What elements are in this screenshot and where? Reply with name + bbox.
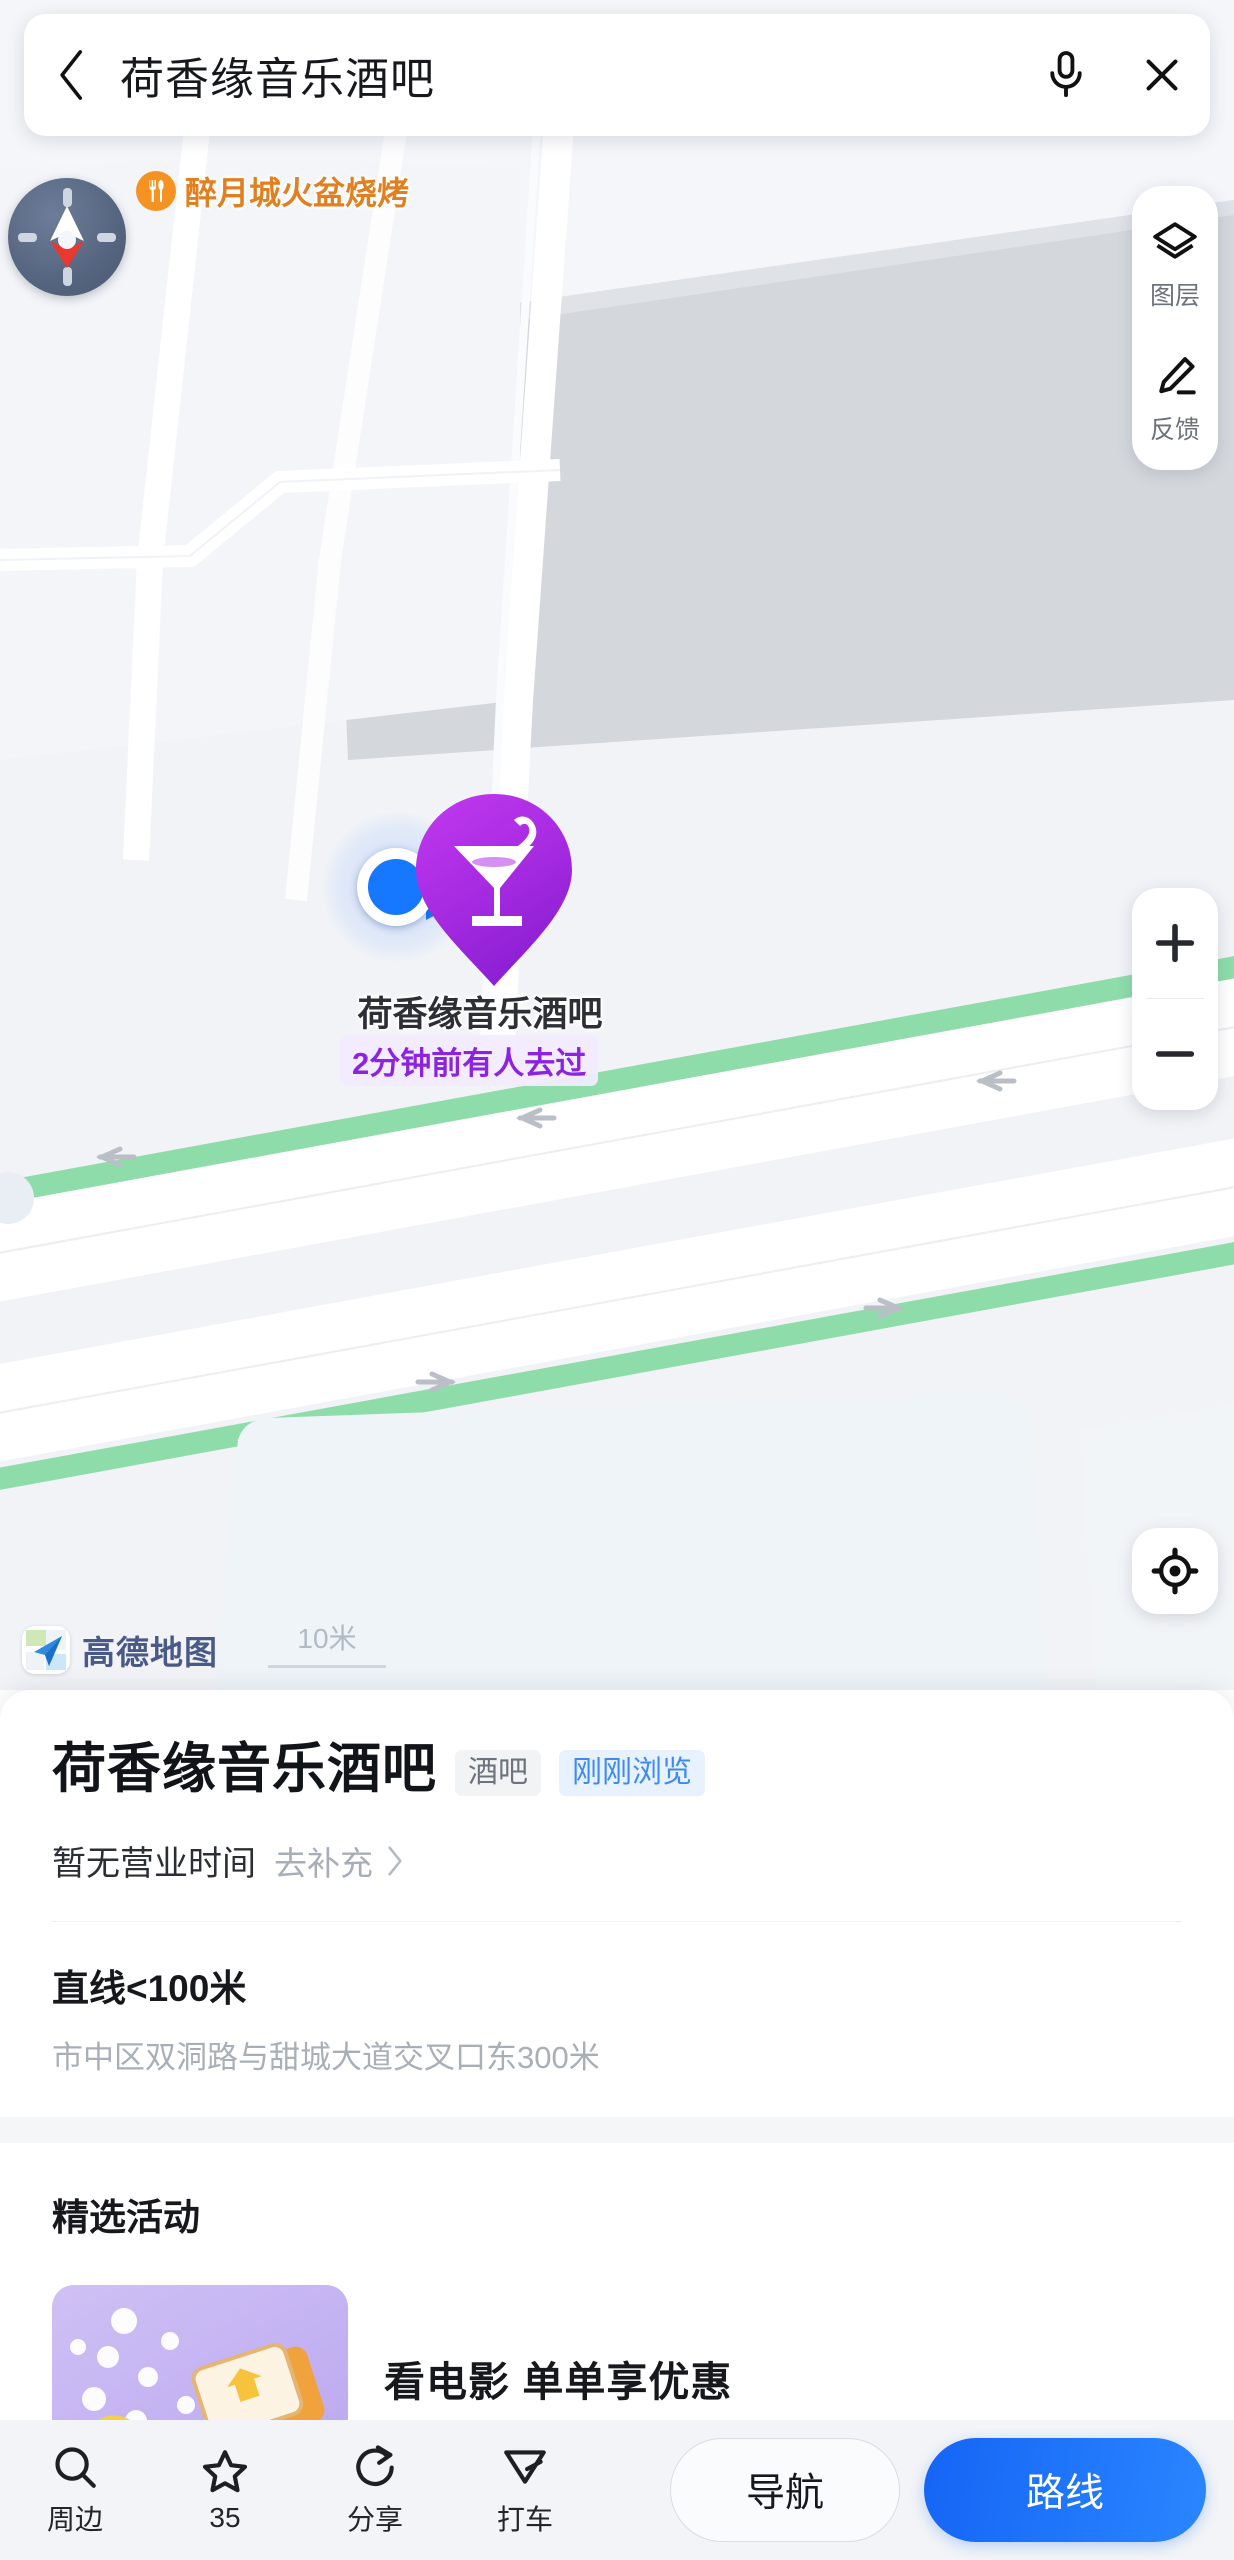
search-bar[interactable]: 荷香缘音乐酒吧 (24, 14, 1210, 136)
distance-text: 直线<100米 (52, 1968, 247, 2009)
back-button[interactable] (24, 14, 120, 136)
toolbar-item-share[interactable]: 分享 (300, 2442, 450, 2538)
opening-hours-text: 暂无营业时间 (52, 1845, 256, 1883)
map-scale-bar (268, 1665, 386, 1668)
feedback-pencil-icon (1159, 357, 1196, 395)
voice-search-button[interactable] (1018, 14, 1114, 136)
place-pin[interactable] (410, 790, 578, 990)
zoom-out-button[interactable] (1132, 999, 1218, 1109)
plus-icon (1155, 923, 1195, 963)
search-icon (55, 2447, 96, 2488)
map-attribution: 高德地图 (22, 1626, 218, 1674)
place-title-row: 荷香缘音乐酒吧 酒吧 刚刚浏览 (52, 1690, 1182, 1796)
search-input[interactable]: 荷香缘音乐酒吧 (120, 43, 1018, 107)
map-poi-label[interactable]: 醉月城火盆烧烤 (136, 168, 409, 214)
status-badge: 刚刚浏览 (559, 1750, 705, 1796)
promotions-heading: 精选活动 (52, 2197, 200, 2238)
map-scale-text: 10米 (297, 1623, 357, 1654)
toolbar-item-taxi[interactable]: 打车 (450, 2442, 600, 2538)
supplement-hours-label: 去补充 (274, 1844, 373, 1882)
place-pin-name: 荷香缘音乐酒吧 (357, 995, 603, 1034)
map-scale: 10米 (268, 1617, 386, 1668)
close-icon (1146, 59, 1178, 91)
feedback-button[interactable]: 反馈 (1132, 342, 1218, 450)
layers-button[interactable]: 图层 (1132, 208, 1218, 316)
restaurant-icon (136, 171, 176, 211)
toolbar-label-share: 分享 (346, 2504, 403, 2535)
place-pin-badge: 2分钟前有人去过 (340, 1035, 599, 1086)
compass-icon[interactable] (8, 178, 126, 296)
opening-hours-row[interactable]: 暂无营业时间 去补充 (52, 1836, 1182, 1921)
taxi-icon (504, 2450, 546, 2484)
crosshair-locate-icon (1151, 1547, 1199, 1595)
amap-logo-icon (22, 1626, 70, 1674)
toolbar-item-nearby[interactable]: 周边 (0, 2442, 150, 2538)
page-title: 荷香缘音乐酒吧 (52, 1739, 437, 1799)
feedback-label: 反馈 (1149, 416, 1200, 444)
zoom-in-button[interactable] (1132, 888, 1218, 998)
promotion-title: 看电影 单单享优惠 (384, 2359, 733, 2405)
amap-label: 高德地图 (82, 1634, 218, 1671)
share-icon (356, 2445, 394, 2486)
map-canvas[interactable]: 醉月城火盆烧烤 图层 反馈 荷香缘音乐酒吧 2分钟前有人去过 高德地图 10米 (0, 0, 1234, 1690)
place-marker[interactable]: 荷香缘音乐酒吧 2分钟前有人去过 (300, 790, 940, 1086)
zoom-controls (1132, 888, 1218, 1110)
star-icon (202, 2450, 248, 2493)
place-header: 荷香缘音乐酒吧 酒吧 刚刚浏览 暂无营业时间 去补充 (0, 1690, 1234, 1921)
minus-icon (1155, 1051, 1195, 1057)
locate-me-button[interactable] (1132, 1528, 1218, 1614)
category-badge: 酒吧 (455, 1750, 541, 1796)
map-side-panel: 图层 反馈 (1132, 186, 1218, 470)
distance-section[interactable]: 直线<100米 市中区双洞路与甜城大道交叉口东300米 (0, 1922, 1234, 2077)
supplement-hours-link[interactable]: 去补充 (274, 1837, 405, 1885)
microphone-icon (1050, 51, 1082, 98)
navigate-button[interactable]: 导航 (670, 2438, 900, 2542)
toolbar-item-favorites[interactable]: 35 (150, 2446, 300, 2534)
address-text: 市中区双洞路与甜城大道交叉口东300米 (52, 2040, 600, 2075)
chevron-left-icon (60, 50, 83, 100)
section-gap-band (0, 2117, 1234, 2143)
compass-needle (50, 206, 84, 268)
bottom-toolbar: 周边 35 分享 打车 导航 路线 (0, 2420, 1234, 2560)
layers-label: 图层 (1149, 282, 1200, 310)
toolbar-label-taxi: 打车 (496, 2504, 553, 2535)
layers-icon (1153, 222, 1197, 259)
route-button[interactable]: 路线 (924, 2438, 1206, 2542)
chevron-right-icon (388, 1845, 402, 1876)
toolbar-label-favorites: 35 (209, 2502, 241, 2533)
clear-search-button[interactable] (1114, 14, 1210, 136)
toolbar-label-nearby: 周边 (46, 2504, 103, 2535)
map-poi-label-text: 醉月城火盆烧烤 (185, 175, 410, 211)
